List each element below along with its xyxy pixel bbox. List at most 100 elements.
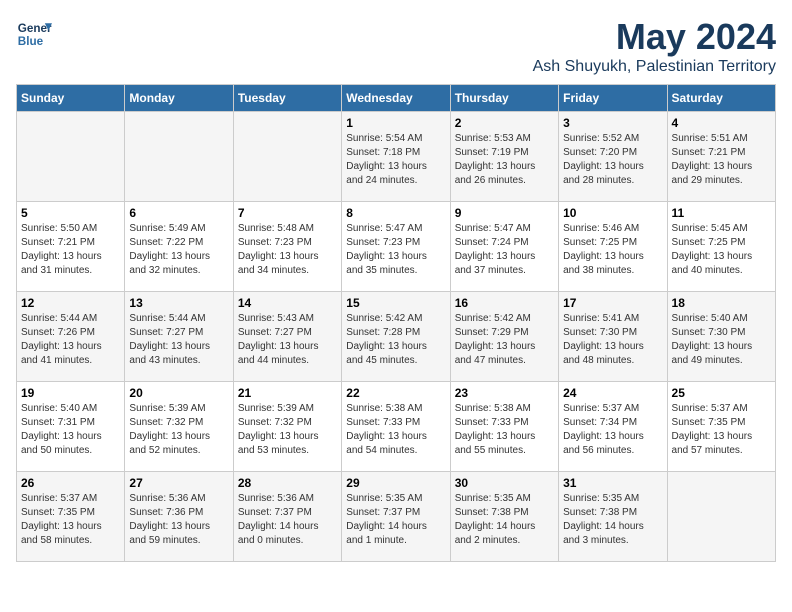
day-info: Sunrise: 5:39 AMSunset: 7:32 PMDaylight:… (238, 403, 319, 456)
calendar-cell: 1 Sunrise: 5:54 AMSunset: 7:18 PMDaylight… (342, 112, 450, 202)
calendar-cell: 4 Sunrise: 5:51 AMSunset: 7:21 PMDaylight… (667, 112, 775, 202)
day-info: Sunrise: 5:37 AMSunset: 7:35 PMDaylight:… (672, 403, 753, 456)
day-number: 5 (21, 206, 120, 220)
day-info: Sunrise: 5:41 AMSunset: 7:30 PMDaylight:… (563, 313, 644, 366)
day-info: Sunrise: 5:38 AMSunset: 7:33 PMDaylight:… (455, 403, 536, 456)
logo: General Blue (16, 16, 52, 52)
week-row-1: 1 Sunrise: 5:54 AMSunset: 7:18 PMDaylight… (17, 112, 776, 202)
day-number: 16 (455, 296, 554, 310)
day-number: 25 (672, 386, 771, 400)
calendar-cell: 25 Sunrise: 5:37 AMSunset: 7:35 PMDayligh… (667, 382, 775, 472)
day-info: Sunrise: 5:45 AMSunset: 7:25 PMDaylight:… (672, 223, 753, 276)
day-info: Sunrise: 5:44 AMSunset: 7:26 PMDaylight:… (21, 313, 102, 366)
day-number: 19 (21, 386, 120, 400)
day-header-tuesday: Tuesday (233, 85, 341, 112)
day-info: Sunrise: 5:51 AMSunset: 7:21 PMDaylight:… (672, 133, 753, 186)
day-number: 11 (672, 206, 771, 220)
logo-icon: General Blue (16, 16, 52, 52)
day-info: Sunrise: 5:50 AMSunset: 7:21 PMDaylight:… (21, 223, 102, 276)
calendar-cell: 5 Sunrise: 5:50 AMSunset: 7:21 PMDaylight… (17, 202, 125, 292)
day-number: 15 (346, 296, 445, 310)
svg-text:Blue: Blue (18, 35, 44, 48)
day-number: 4 (672, 116, 771, 130)
day-number: 6 (129, 206, 228, 220)
calendar-cell: 13 Sunrise: 5:44 AMSunset: 7:27 PMDayligh… (125, 292, 233, 382)
day-number: 12 (21, 296, 120, 310)
calendar-cell: 8Sunrise: 5:47 AMSunset: 7:23 PMDaylight… (342, 202, 450, 292)
calendar-cell: 19 Sunrise: 5:40 AMSunset: 7:31 PMDayligh… (17, 382, 125, 472)
day-number: 28 (238, 476, 337, 490)
calendar-cell: 31 Sunrise: 5:35 AMSunset: 7:38 PMDayligh… (559, 472, 667, 562)
calendar-cell: 27 Sunrise: 5:36 AMSunset: 7:36 PMDayligh… (125, 472, 233, 562)
calendar-cell: 16 Sunrise: 5:42 AMSunset: 7:29 PMDayligh… (450, 292, 558, 382)
day-number: 20 (129, 386, 228, 400)
day-info: Sunrise: 5:40 AMSunset: 7:30 PMDaylight:… (672, 313, 753, 366)
day-header-wednesday: Wednesday (342, 85, 450, 112)
week-row-3: 12 Sunrise: 5:44 AMSunset: 7:26 PMDayligh… (17, 292, 776, 382)
day-info: Sunrise: 5:37 AMSunset: 7:35 PMDaylight:… (21, 493, 102, 546)
day-info: Sunrise: 5:35 AMSunset: 7:37 PMDaylight:… (346, 493, 427, 546)
day-info: Sunrise: 5:54 AMSunset: 7:18 PMDaylight:… (346, 133, 427, 186)
day-info: Sunrise: 5:35 AMSunset: 7:38 PMDaylight:… (563, 493, 644, 546)
location: Ash Shuyukh, Palestinian Territory (533, 58, 776, 76)
day-info: Sunrise: 5:36 AMSunset: 7:37 PMDaylight:… (238, 493, 319, 546)
day-info: Sunrise: 5:46 AMSunset: 7:25 PMDaylight:… (563, 223, 644, 276)
day-number: 27 (129, 476, 228, 490)
day-header-sunday: Sunday (17, 85, 125, 112)
calendar-cell (667, 472, 775, 562)
day-info: Sunrise: 5:53 AMSunset: 7:19 PMDaylight:… (455, 133, 536, 186)
calendar-cell: 2 Sunrise: 5:53 AMSunset: 7:19 PMDaylight… (450, 112, 558, 202)
calendar-cell: 30Sunrise: 5:35 AMSunset: 7:38 PMDayligh… (450, 472, 558, 562)
calendar-cell: 26 Sunrise: 5:37 AMSunset: 7:35 PMDayligh… (17, 472, 125, 562)
day-number: 31 (563, 476, 662, 490)
day-number: 26 (21, 476, 120, 490)
day-number: 9 (455, 206, 554, 220)
day-info: Sunrise: 5:37 AMSunset: 7:34 PMDaylight:… (563, 403, 644, 456)
day-number: 7 (238, 206, 337, 220)
day-number: 21 (238, 386, 337, 400)
calendar-cell: 6 Sunrise: 5:49 AMSunset: 7:22 PMDaylight… (125, 202, 233, 292)
calendar-cell: 7 Sunrise: 5:48 AMSunset: 7:23 PMDaylight… (233, 202, 341, 292)
day-info: Sunrise: 5:44 AMSunset: 7:27 PMDaylight:… (129, 313, 210, 366)
day-info: Sunrise: 5:48 AMSunset: 7:23 PMDaylight:… (238, 223, 319, 276)
calendar-cell: 14 Sunrise: 5:43 AMSunset: 7:27 PMDayligh… (233, 292, 341, 382)
week-row-2: 5 Sunrise: 5:50 AMSunset: 7:21 PMDaylight… (17, 202, 776, 292)
day-number: 23 (455, 386, 554, 400)
day-header-thursday: Thursday (450, 85, 558, 112)
day-info: Sunrise: 5:49 AMSunset: 7:22 PMDaylight:… (129, 223, 210, 276)
calendar-cell: 3Sunrise: 5:52 AMSunset: 7:20 PMDaylight… (559, 112, 667, 202)
title-area: May 2024 Ash Shuyukh, Palestinian Territ… (533, 16, 776, 76)
week-row-4: 19 Sunrise: 5:40 AMSunset: 7:31 PMDayligh… (17, 382, 776, 472)
day-info: Sunrise: 5:39 AMSunset: 7:32 PMDaylight:… (129, 403, 210, 456)
day-number: 2 (455, 116, 554, 130)
calendar-cell: 29Sunrise: 5:35 AMSunset: 7:37 PMDayligh… (342, 472, 450, 562)
day-info: Sunrise: 5:38 AMSunset: 7:33 PMDaylight:… (346, 403, 427, 456)
day-info: Sunrise: 5:40 AMSunset: 7:31 PMDaylight:… (21, 403, 102, 456)
day-info: Sunrise: 5:35 AMSunset: 7:38 PMDaylight:… (455, 493, 536, 546)
day-info: Sunrise: 5:36 AMSunset: 7:36 PMDaylight:… (129, 493, 210, 546)
day-info: Sunrise: 5:42 AMSunset: 7:28 PMDaylight:… (346, 313, 427, 366)
calendar-cell: 10Sunrise: 5:46 AMSunset: 7:25 PMDayligh… (559, 202, 667, 292)
calendar-cell: 9 Sunrise: 5:47 AMSunset: 7:24 PMDaylight… (450, 202, 558, 292)
calendar-cell: 23 Sunrise: 5:38 AMSunset: 7:33 PMDayligh… (450, 382, 558, 472)
day-number: 17 (563, 296, 662, 310)
day-number: 24 (563, 386, 662, 400)
page-header: General Blue May 2024 Ash Shuyukh, Pales… (16, 16, 776, 76)
calendar-cell: 20 Sunrise: 5:39 AMSunset: 7:32 PMDayligh… (125, 382, 233, 472)
day-number: 18 (672, 296, 771, 310)
day-info: Sunrise: 5:42 AMSunset: 7:29 PMDaylight:… (455, 313, 536, 366)
calendar-cell: 17 Sunrise: 5:41 AMSunset: 7:30 PMDayligh… (559, 292, 667, 382)
day-info: Sunrise: 5:43 AMSunset: 7:27 PMDaylight:… (238, 313, 319, 366)
week-row-5: 26 Sunrise: 5:37 AMSunset: 7:35 PMDayligh… (17, 472, 776, 562)
day-number: 3 (563, 116, 662, 130)
calendar-cell: 12 Sunrise: 5:44 AMSunset: 7:26 PMDayligh… (17, 292, 125, 382)
calendar-cell (125, 112, 233, 202)
day-info: Sunrise: 5:47 AMSunset: 7:24 PMDaylight:… (455, 223, 536, 276)
day-number: 13 (129, 296, 228, 310)
day-header-friday: Friday (559, 85, 667, 112)
calendar-cell (233, 112, 341, 202)
calendar-cell: 24 Sunrise: 5:37 AMSunset: 7:34 PMDayligh… (559, 382, 667, 472)
day-number: 1 (346, 116, 445, 130)
day-number: 14 (238, 296, 337, 310)
calendar-cell (17, 112, 125, 202)
